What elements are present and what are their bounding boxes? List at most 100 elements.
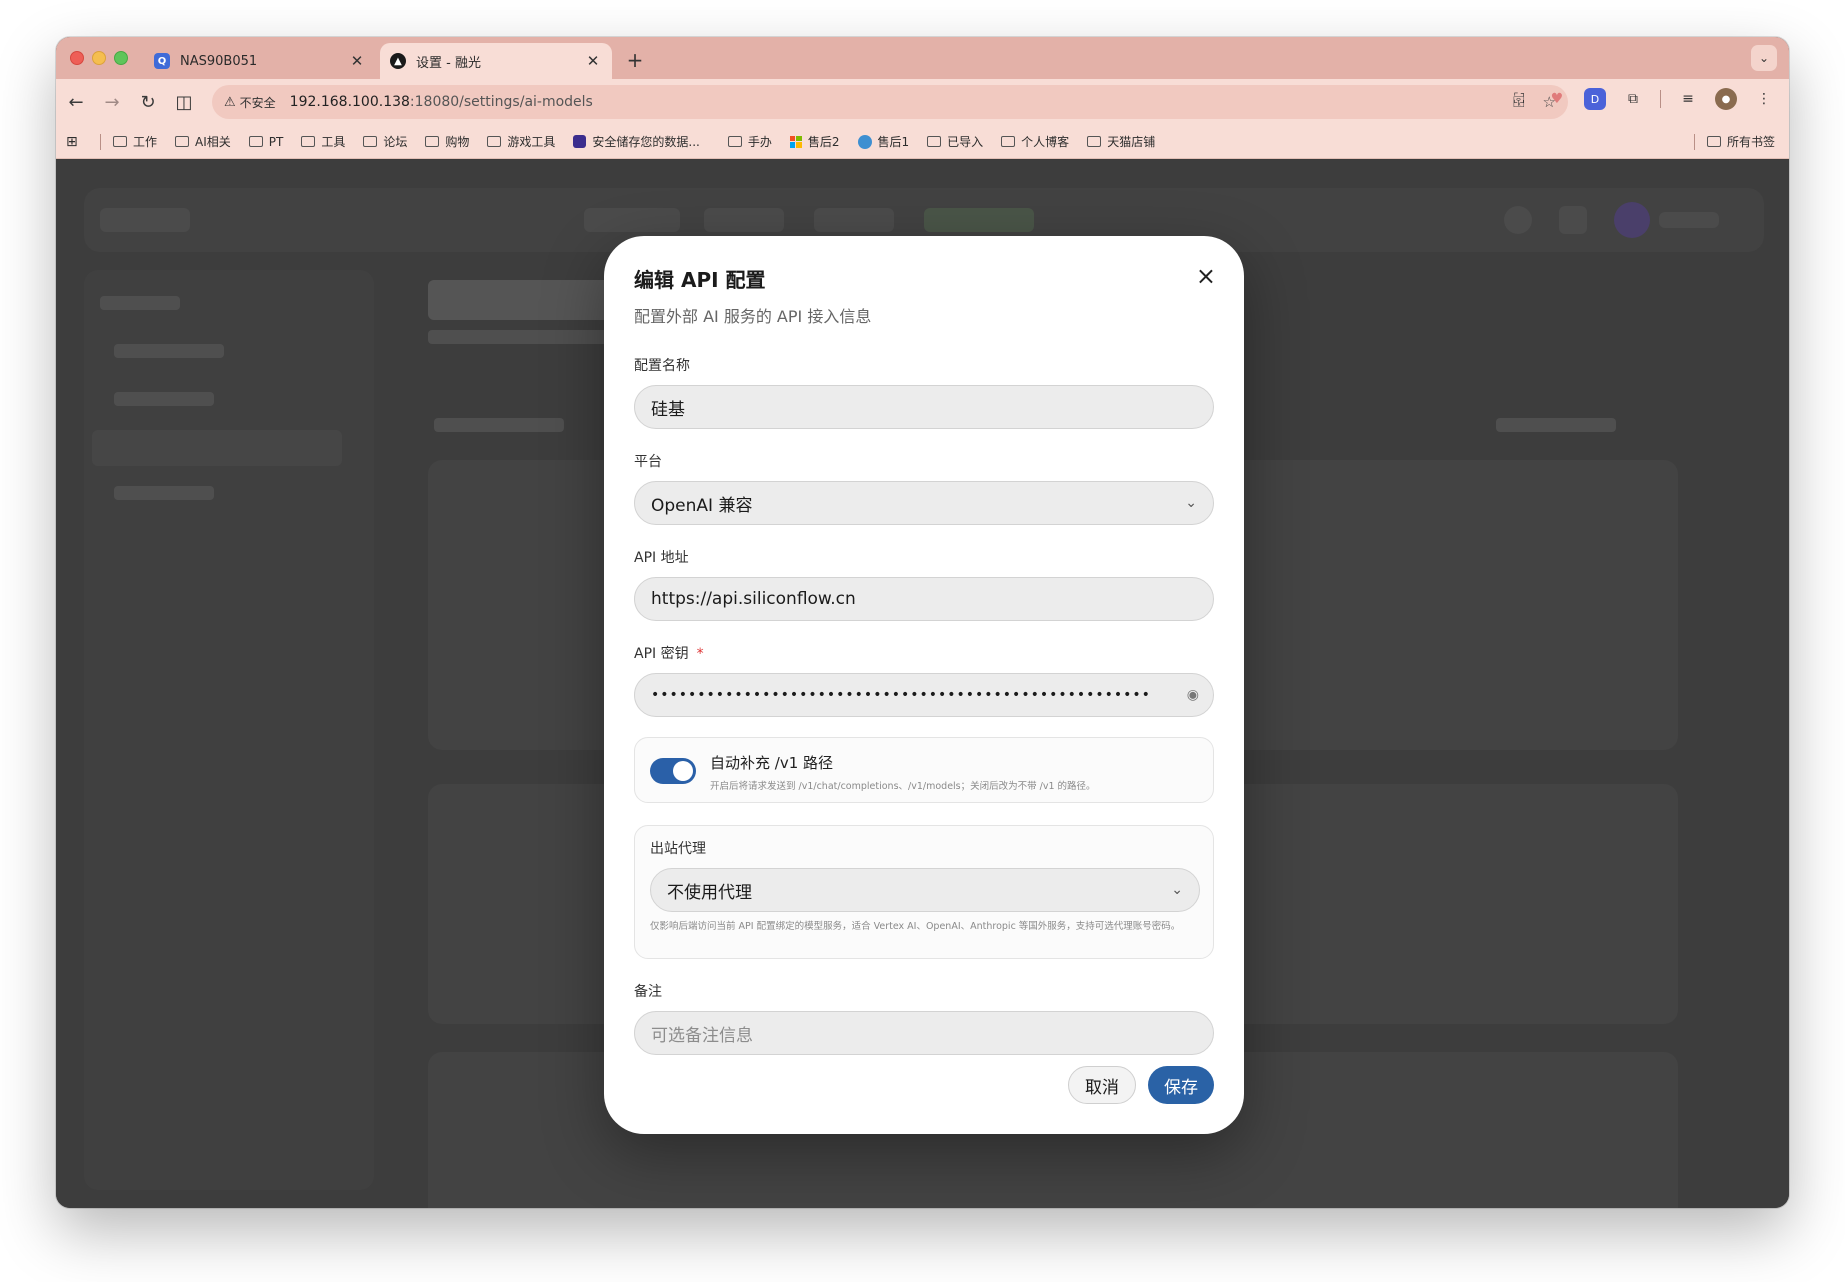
close-window-button[interactable]: [70, 51, 84, 65]
split-view-icon[interactable]: ◫: [168, 86, 200, 118]
minimize-window-button[interactable]: [92, 51, 106, 65]
qnap-icon: Q: [154, 53, 170, 69]
close-icon[interactable]: ×: [1196, 264, 1216, 288]
sidebar-item: [114, 344, 224, 358]
bookmark-label: 所有书签: [1726, 135, 1775, 149]
divider: [100, 133, 101, 150]
config-name-label: 配置名称: [634, 358, 690, 374]
vault-icon: [573, 135, 587, 148]
eye-icon[interactable]: ◉: [1187, 687, 1199, 703]
bookmark-folder[interactable]: 天猫店铺: [1087, 133, 1155, 150]
notes-input[interactable]: 可选备注信息: [634, 1011, 1214, 1055]
folder-icon: [113, 136, 127, 147]
close-icon[interactable]: ✕: [584, 52, 602, 70]
new-tab-button[interactable]: +: [622, 47, 648, 73]
reload-icon[interactable]: ↻: [132, 86, 164, 118]
add-button: [1496, 418, 1616, 432]
save-button[interactable]: 保存: [1148, 1066, 1214, 1104]
url-path: :18080/settings/ai-models: [409, 94, 593, 110]
bookmark-folder[interactable]: 工作: [113, 133, 157, 150]
folder-icon: [487, 136, 502, 147]
api-key-label-text: API 密钥: [634, 646, 689, 662]
bookmark-link[interactable]: 安全储存您的数据...: [573, 133, 700, 150]
browser-window: Q NAS90B051 ✕ ▲ 设置 - 融光 ✕ + ⌄ ← → ↻ ◫ ⚠ …: [56, 37, 1789, 1208]
config-name-input[interactable]: 硅基: [634, 385, 1214, 429]
tab-settings[interactable]: ▲ 设置 - 融光 ✕: [380, 43, 612, 79]
nav-item: [814, 208, 894, 232]
bookmark-link[interactable]: 售后1: [857, 133, 909, 150]
all-bookmarks[interactable]: 所有书签: [1693, 133, 1775, 150]
bookmark-label: 工具: [321, 135, 346, 149]
api-key-value: ••••••••••••••••••••••••••••••••••••••••…: [651, 687, 1151, 703]
tab-nas[interactable]: Q NAS90B051 ✕: [144, 43, 376, 79]
bookmark-label: 游戏工具: [507, 135, 556, 149]
notes-placeholder: 可选备注信息: [651, 1025, 753, 1046]
bookmark-label: 工作: [133, 135, 158, 149]
auto-v1-title: 自动补充 /v1 路径: [710, 754, 834, 772]
dialog-actions: 取消 保存: [1068, 1066, 1214, 1104]
back-icon[interactable]: ←: [60, 86, 92, 118]
platform-label: 平台: [634, 454, 662, 470]
bookmark-folder[interactable]: 已导入: [927, 133, 983, 150]
nav-item: [704, 208, 784, 232]
sidebar: [84, 270, 374, 1190]
chevron-down-icon: ⌄: [1185, 495, 1197, 511]
puzzle-icon[interactable]: ⧉: [1622, 88, 1644, 110]
folder-icon: [301, 136, 316, 147]
browser-toolbar: ← → ↻ ◫ ⚠ 不安全 192.168.100.138:18080/sett…: [56, 79, 1789, 125]
tab-title: 设置 - 融光: [416, 55, 481, 71]
insecure-label: 不安全: [239, 95, 276, 110]
more-menu-icon[interactable]: ⋮: [1753, 88, 1775, 110]
bookmark-label: 论坛: [383, 135, 408, 149]
bookmarks-bar: ⊞ 工作 AI相关 PT 工具 论坛 购物 游戏工具 安全储存您的数据... 手…: [56, 125, 1789, 159]
apps-icon[interactable]: ⊞: [66, 134, 82, 150]
cancel-button[interactable]: 取消: [1068, 1066, 1136, 1104]
folder-icon: [1087, 136, 1102, 147]
sidebar-item: [114, 486, 214, 500]
forward-icon[interactable]: →: [96, 86, 128, 118]
api-url-value: https://api.siliconflow.cn: [651, 589, 856, 609]
close-icon[interactable]: ✕: [348, 52, 366, 70]
folder-icon: [425, 136, 440, 147]
bookmark-folder[interactable]: 游戏工具: [487, 133, 555, 150]
folder-icon: [248, 136, 263, 147]
address-bar[interactable]: ⚠ 不安全 192.168.100.138:18080/settings/ai-…: [212, 85, 1568, 119]
bookmark-folder[interactable]: AI相关: [175, 133, 231, 150]
auto-v1-description: 开启后将请求发送到 /v1/chat/completions、/v1/model…: [710, 781, 1096, 792]
microsoft-icon: [789, 135, 802, 148]
bookmark-label: 售后2: [807, 135, 840, 149]
bookmark-folder[interactable]: PT: [248, 134, 284, 149]
nav-item: [584, 208, 680, 232]
bookmark-folder[interactable]: 论坛: [363, 133, 407, 150]
bookmark-label: PT: [268, 134, 284, 149]
url-host: 192.168.100.138: [289, 94, 410, 110]
bookmark-folder[interactable]: 购物: [425, 133, 469, 150]
proxy-select[interactable]: 不使用代理 ⌄: [650, 868, 1200, 912]
d-extension-icon[interactable]: D: [1584, 88, 1606, 110]
bookmark-folder[interactable]: 个人博客: [1001, 133, 1069, 150]
sidebar-heading: [100, 296, 180, 310]
theme-icon: [1504, 206, 1532, 234]
section-title: [434, 418, 564, 432]
api-key-input[interactable]: ••••••••••••••••••••••••••••••••••••••••…: [634, 673, 1214, 717]
notes-label: 备注: [634, 984, 662, 1000]
auto-v1-toggle[interactable]: [650, 758, 696, 784]
config-name-value: 硅基: [651, 399, 685, 420]
platform-select[interactable]: OpenAI 兼容 ⌄: [634, 481, 1214, 525]
dialog-subtitle: 配置外部 AI 服务的 API 接入信息: [634, 307, 872, 326]
api-key-label: API 密钥 *: [634, 643, 1214, 663]
bookmark-folder[interactable]: 工具: [301, 133, 345, 150]
security-indicator[interactable]: ⚠ 不安全: [224, 94, 286, 111]
api-url-input[interactable]: https://api.siliconflow.cn: [634, 577, 1214, 621]
chevron-down-icon[interactable]: ⌄: [1751, 45, 1777, 71]
profile-avatar[interactable]: ●: [1715, 88, 1737, 110]
reading-list-icon[interactable]: ≡: [1677, 88, 1699, 110]
dialog-title: 编辑 API 配置: [634, 268, 766, 292]
bookmark-folder[interactable]: 手办: [727, 133, 772, 150]
proxy-value: 不使用代理: [667, 882, 752, 903]
url-text[interactable]: 192.168.100.138:18080/settings/ai-models: [290, 94, 593, 110]
zoom-window-button[interactable]: [114, 51, 128, 65]
bookmark-link[interactable]: 售后2: [789, 133, 840, 150]
cat-extension-icon[interactable]: ♥: [1546, 88, 1568, 110]
screenshot-extension-icon[interactable]: ⛶: [1508, 88, 1530, 110]
